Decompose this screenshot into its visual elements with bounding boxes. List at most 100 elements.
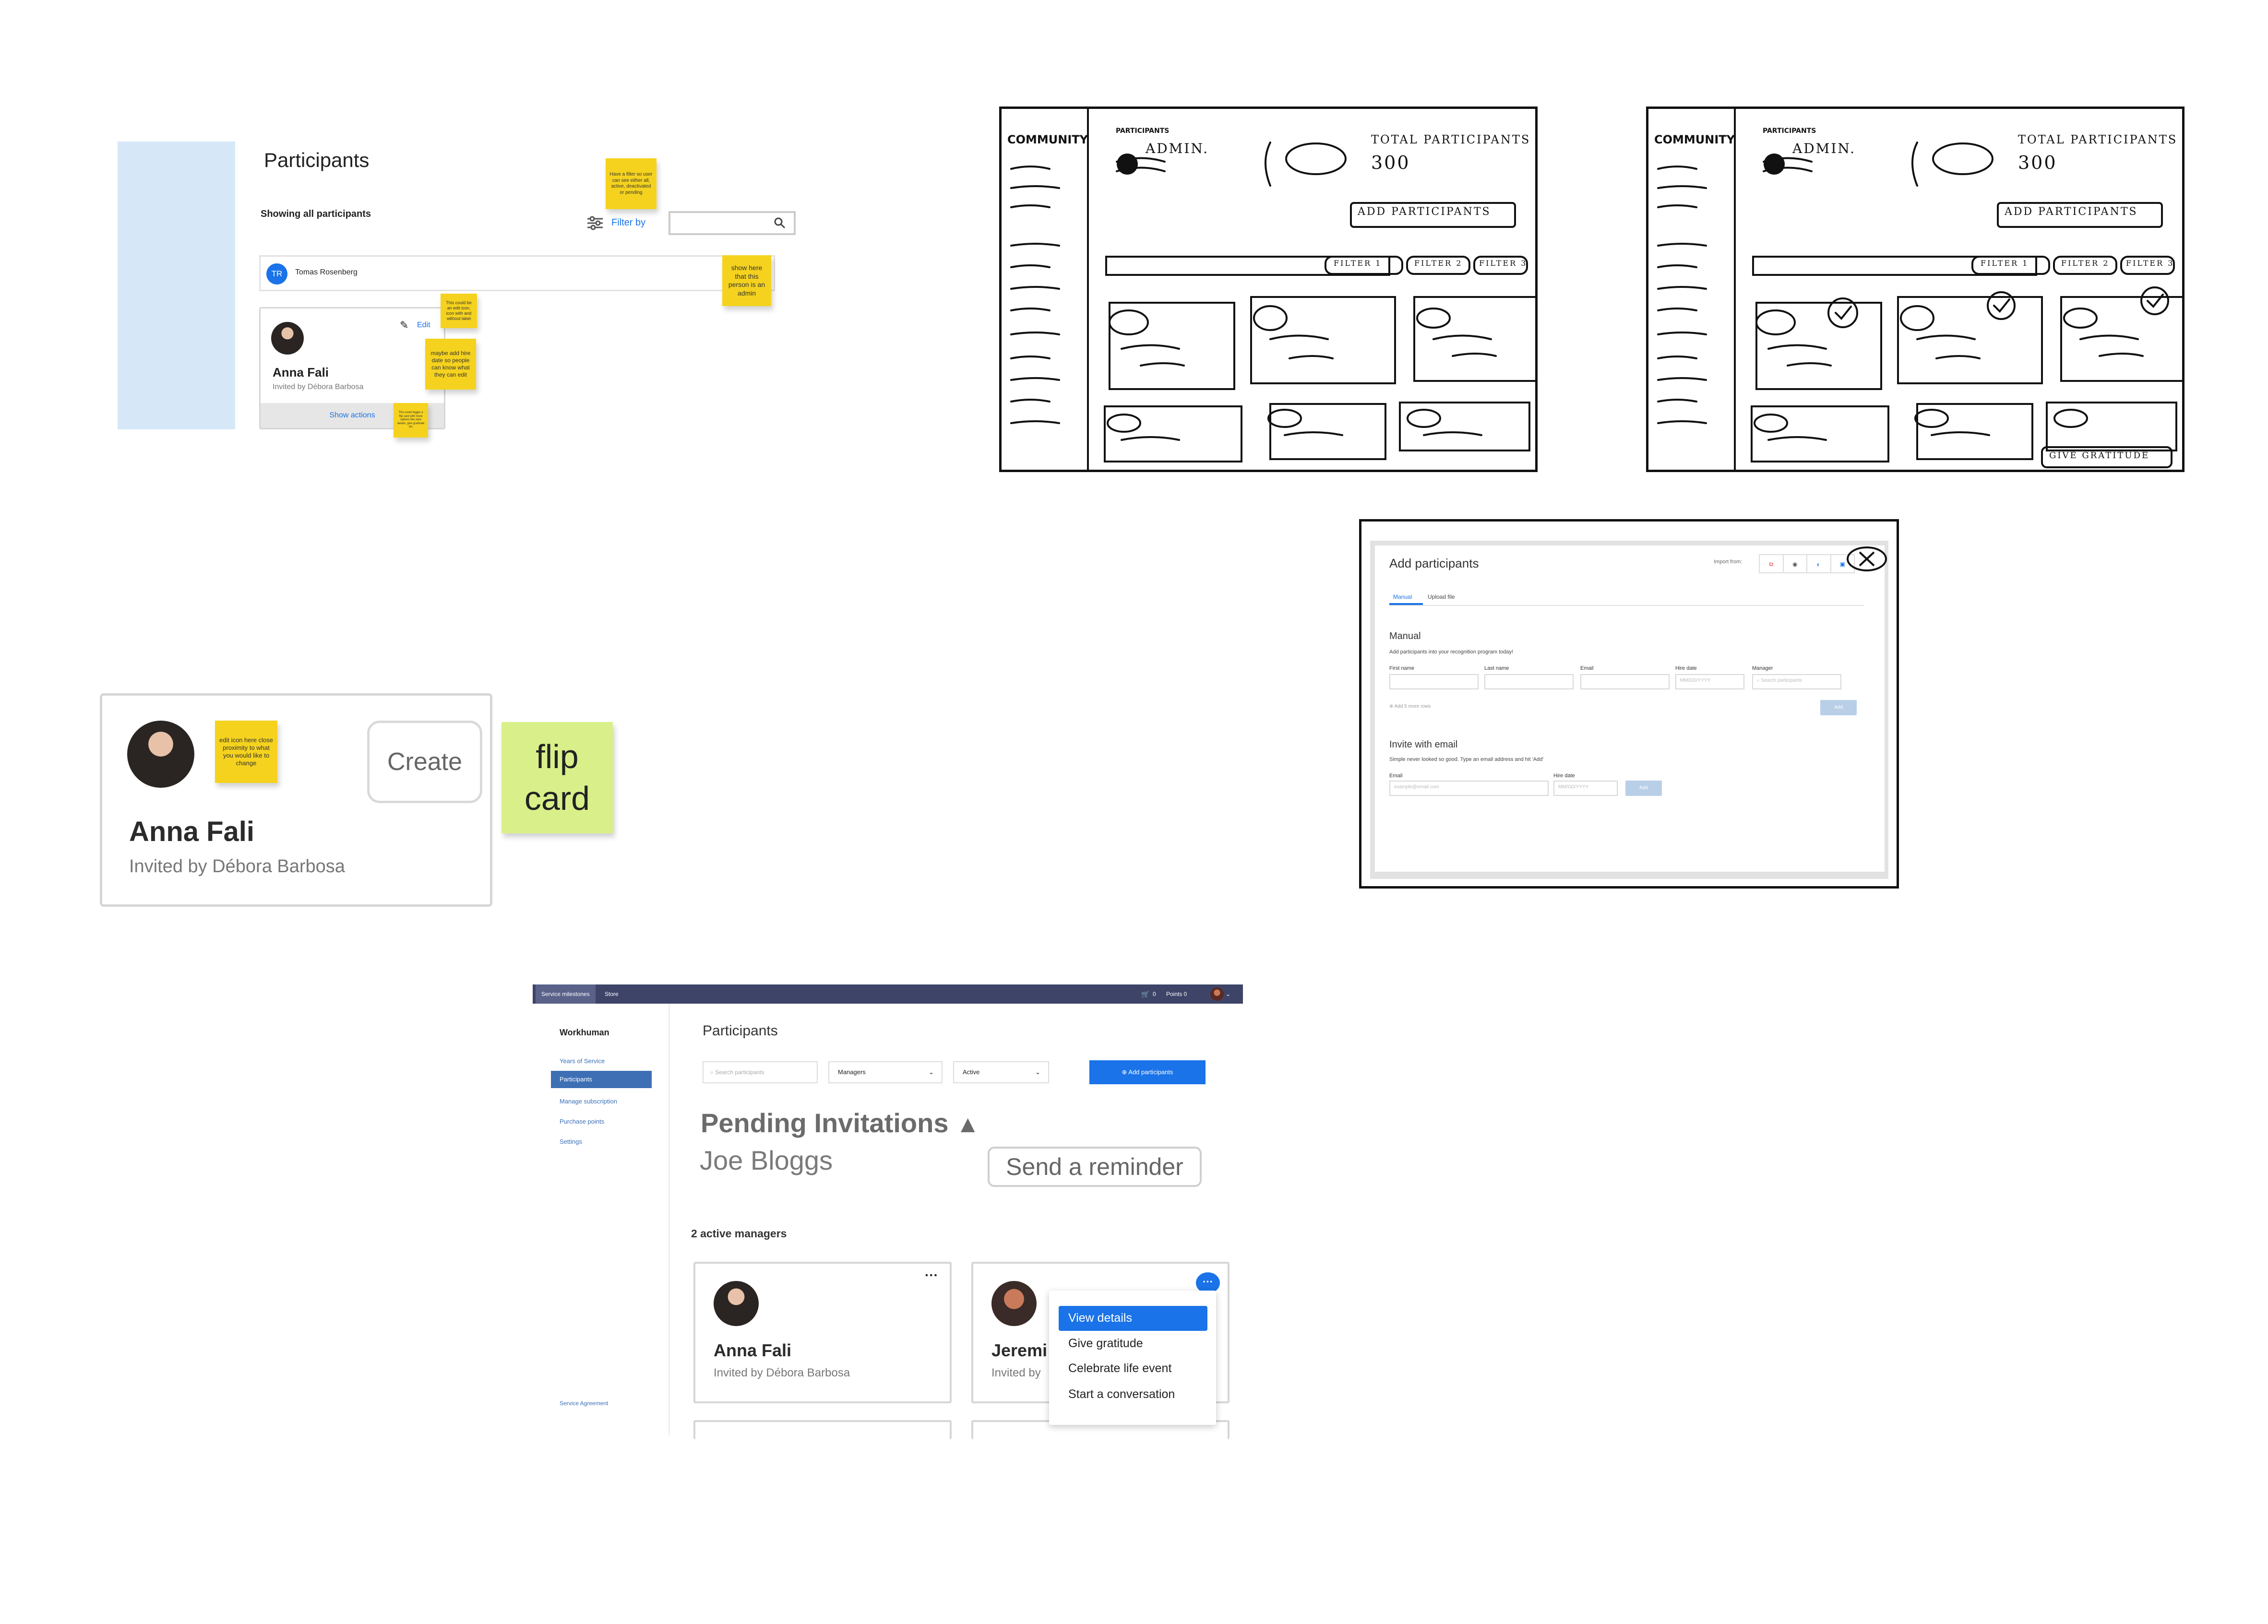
card-zoom-invited: Invited by Débora Barbosa <box>129 856 345 877</box>
invite-hire-field[interactable]: MM/DD/YYYY <box>1553 781 1618 796</box>
show-actions-link[interactable]: Show actions <box>329 411 375 419</box>
sketch-2-filter1: FILTER 1 <box>1981 259 2029 268</box>
invite-heading: Invite with email <box>1389 739 1458 750</box>
sidebar-service-agreement[interactable]: Service Agreement <box>560 1400 608 1407</box>
wire-page-title: Participants <box>264 149 370 171</box>
import-google-icon[interactable]: ◐ <box>1807 555 1831 572</box>
more-options-icon[interactable]: ··· <box>925 1268 938 1283</box>
sketch-2-total-value: 300 <box>2018 152 2057 173</box>
manager-search-placeholder: Search participants <box>1761 678 1802 683</box>
manager-search-field[interactable]: ⌕ Search participants <box>1752 674 1841 689</box>
search-icon <box>774 217 786 229</box>
import-workday-icon[interactable]: ◉ <box>1784 555 1807 572</box>
manager-card-1-name: Anna Fali <box>714 1340 792 1360</box>
sketch-1-filter1: FILTER 1 <box>1334 259 1382 268</box>
avatar <box>271 322 304 355</box>
sticky-filter-note: Have a filter so user can see either all… <box>606 158 657 209</box>
tab-upload-file[interactable]: Upload file <box>1428 593 1455 600</box>
first-name-label: First name <box>1389 665 1414 671</box>
sticky-admin-note: show here that this person is an admin <box>722 255 771 306</box>
sidebar-item-settings[interactable]: Settings <box>560 1138 582 1145</box>
sidebar-item-manage-subscription[interactable]: Manage subscription <box>560 1098 617 1105</box>
sketch-2-filter2: FILTER 2 <box>2061 259 2110 268</box>
plus-circle-icon: ⊕ <box>1389 704 1395 709</box>
app-sidebar: Workhuman Years of Service Participants … <box>533 1004 670 1435</box>
dropdown-item-give-gratitude[interactable]: Give gratitude <box>1068 1337 1143 1351</box>
invite-add-button[interactable]: Add <box>1625 781 1662 796</box>
sketch-2-total: TOTAL PARTICIPANTS <box>2018 133 2178 146</box>
topbar-service-milestones[interactable]: Service milestones <box>536 984 596 1004</box>
sketch-2-participants: PARTICIPANTS <box>1763 127 1816 135</box>
active-managers-count: 2 active managers <box>691 1227 787 1240</box>
sketch-2-drawing <box>1657 109 2182 470</box>
invite-email-field[interactable]: example@email.com <box>1389 781 1549 796</box>
app-search-input[interactable]: ⌕ Search participants <box>703 1061 818 1083</box>
topbar-store[interactable]: Store <box>605 984 619 1004</box>
cart-icon[interactable]: 🛒 <box>1141 984 1149 1004</box>
hire-date-label: Hire date <box>1675 665 1697 671</box>
manager-card-1-invited: Invited by Débora Barbosa <box>714 1366 850 1379</box>
sticky-edit-note: This could be an edit icon, icon with an… <box>441 294 477 328</box>
manager-card-1[interactable]: ··· Anna Fali Invited by Débora Barbosa <box>693 1262 952 1403</box>
user-avatar-initials: TR <box>266 263 287 284</box>
search-icon: ⌕ <box>710 1069 716 1076</box>
sketch-1-total: TOTAL PARTICIPANTS <box>1371 133 1531 146</box>
send-reminder-button[interactable]: Send a reminder <box>988 1147 1202 1187</box>
manual-heading: Manual <box>1389 631 1421 641</box>
sketch-1-filter2: FILTER 2 <box>1414 259 1463 268</box>
filter-icon[interactable] <box>586 216 604 230</box>
sketch-1-drawing <box>1010 109 1535 470</box>
wire-user-row[interactable]: TR Tomas Rosenberg <box>259 255 775 291</box>
add-participants-screenshot: Add participants Import from: ⧉ ◉ ◐ ▣ Ma… <box>1359 519 1899 889</box>
add-more-rows-link[interactable]: ⊕ Add 5 more rows <box>1389 704 1431 709</box>
filter-by-link[interactable]: Filter by <box>611 217 645 228</box>
sidebar-item-purchase-points[interactable]: Purchase points <box>560 1118 604 1125</box>
sticky-hire-note: maybe add hire date so people can know w… <box>425 339 476 390</box>
email-field[interactable] <box>1580 674 1670 689</box>
avatar <box>991 1281 1037 1326</box>
pending-invitations-heading: Pending Invitations ▲ <box>701 1107 980 1138</box>
card-name: Anna Fali <box>273 365 329 379</box>
user-avatar[interactable] <box>1210 987 1224 1001</box>
manager-card-2-name: Jeremi <box>991 1340 1048 1360</box>
import-adp-icon[interactable]: ⧉ <box>1760 555 1784 572</box>
sidebar-item-participants[interactable]: Participants <box>551 1071 652 1088</box>
edit-link[interactable]: Edit <box>417 321 430 330</box>
active-select[interactable]: Active ⌄ <box>953 1061 1049 1083</box>
triangle-up-icon[interactable]: ▲ <box>956 1111 980 1138</box>
managers-select-value: Managers <box>838 1068 866 1076</box>
active-select-value: Active <box>963 1068 980 1076</box>
cart-count: 0 <box>1153 991 1156 997</box>
sidebar-item-years-of-service[interactable]: Years of Service <box>560 1057 605 1065</box>
card-zoom[interactable]: Anna Fali Invited by Débora Barbosa Crea… <box>100 693 492 907</box>
dropdown-item-view-details[interactable]: View details <box>1059 1306 1207 1331</box>
hire-date-field[interactable]: MM/DD/YYYY <box>1675 674 1744 689</box>
sticky-actions-note: This could trigger a flip card with more… <box>394 403 428 438</box>
tab-manual[interactable]: Manual <box>1393 593 1412 600</box>
avatar <box>127 721 194 788</box>
sketch-1-total-value: 300 <box>1371 152 1410 173</box>
create-button[interactable]: Create <box>367 721 482 803</box>
dropdown-item-start-conversation[interactable]: Start a conversation <box>1068 1387 1175 1401</box>
sketch-2-community: COMMUNITY <box>1654 133 1735 146</box>
add-rows-button[interactable]: Add <box>1820 700 1857 715</box>
dropdown-item-celebrate-life-event[interactable]: Celebrate life event <box>1068 1362 1171 1375</box>
chevron-down-icon[interactable]: ⌄ <box>1226 984 1230 1004</box>
actions-dropdown: View details Give gratitude Celebrate li… <box>1049 1291 1216 1425</box>
sticky-edit-icon-note: edit icon here close proximity to what y… <box>215 721 277 783</box>
close-icon[interactable] <box>1845 545 1888 573</box>
app-page-title: Participants <box>703 1023 778 1039</box>
sketch-1-participants: PARTICIPANTS <box>1116 127 1170 135</box>
email-label: Email <box>1580 665 1594 671</box>
wire-search-input[interactable] <box>668 211 796 235</box>
first-name-field[interactable] <box>1389 674 1479 689</box>
managers-select[interactable]: Managers ⌄ <box>828 1061 943 1083</box>
last-name-field[interactable] <box>1484 674 1574 689</box>
sticky-flip-card: flip card <box>501 722 613 833</box>
sketch-1-admin: ADMIN. <box>1146 141 1209 156</box>
invite-desc: Simple never looked so good. Type an ema… <box>1389 757 1544 762</box>
card-zoom-name: Anna Fali <box>129 816 255 847</box>
pending-name: Joe Bloggs <box>700 1145 833 1175</box>
pencil-icon[interactable]: ✎ <box>400 319 408 332</box>
add-participants-button[interactable]: ⊕ Add participants <box>1089 1060 1206 1084</box>
